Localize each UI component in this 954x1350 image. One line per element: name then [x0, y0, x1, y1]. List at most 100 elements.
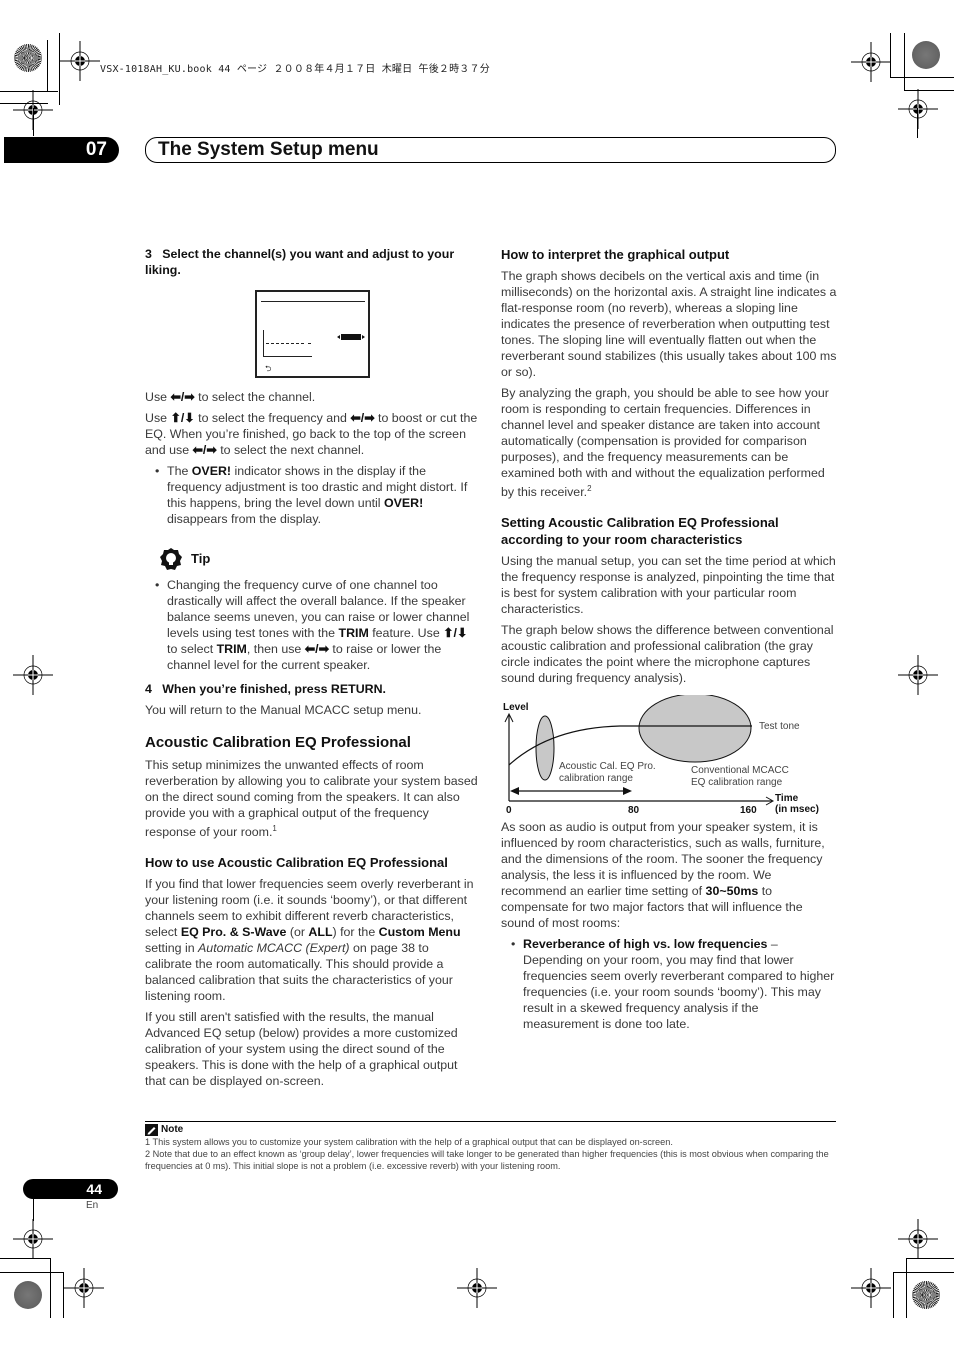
conventional-calibration-ellipse [638, 695, 752, 763]
recommended-time: 30~50ms [705, 884, 759, 898]
text: to select [167, 642, 217, 656]
eq-dashed-line [266, 343, 304, 344]
crosshair-target-icon [13, 1219, 53, 1259]
text: to select the next channel. [216, 443, 365, 457]
tip-bullet: Changing the frequency curve of one chan… [145, 577, 478, 673]
selector-right-arrow-icon [362, 335, 365, 339]
step-number: 3 [145, 247, 152, 261]
menu-option: EQ Pro. & S-Wave [180, 925, 287, 940]
text: (or [286, 925, 309, 940]
footnote-ref[interactable]: 2 [587, 484, 591, 493]
crosshair-target-icon [60, 41, 100, 81]
over-indicator-bullet: The OVER! indicator shows in the display… [145, 463, 478, 527]
setting-title: Setting Acoustic Calibration EQ Professi… [501, 515, 779, 548]
reverberance-bullet: Reverberance of high vs. low frequencies… [501, 936, 837, 1032]
trim-label: TRIM [338, 626, 369, 640]
tip-label: Tip [191, 551, 211, 566]
conv-range-label: Conventional MCACC [691, 765, 789, 776]
screen-title-rule [261, 301, 365, 302]
right-column-lower: As soon as audio is output from your spe… [501, 819, 837, 1037]
right-column: How to interpret the graphical output Th… [501, 246, 837, 691]
y-axis-label: Level [503, 702, 529, 713]
gray-rosette-icon [14, 1281, 42, 1309]
eq-axis-horizontal [263, 356, 312, 357]
crop-line [906, 1258, 907, 1318]
page-language: En [86, 1200, 99, 1211]
crop-line [904, 33, 905, 91]
x-tick-label: 0 [506, 805, 512, 816]
howto-paragraph-2: If you still aren't satisfied with the r… [145, 1010, 458, 1089]
chapter-title: The System Setup menu [158, 139, 379, 160]
notes-section: Note 1 This system allows you to customi… [145, 1124, 840, 1172]
text: The [167, 464, 192, 478]
x-tick-label: 160 [740, 805, 757, 816]
note-header: Note [145, 1124, 840, 1136]
left-column-body: Use ⬅/➡ to select the channel. Use ⬆/⬇ t… [145, 389, 478, 1094]
text: feature. Use [368, 626, 444, 640]
eq-axis-vertical [263, 330, 264, 357]
text: Depending on your room, you may find tha… [523, 953, 835, 1031]
channel-selector [341, 334, 361, 340]
color-rosette-icon [14, 44, 42, 72]
step-text: When you’re finished, press RETURN. [162, 682, 386, 696]
crosshair-target-icon [898, 1219, 938, 1259]
crosshair-target-icon [64, 1268, 104, 1308]
interpret-title: How to interpret the graphical output [501, 247, 730, 262]
crosshair-target-icon [898, 89, 938, 129]
up-down-arrow-icon: ⬆/⬇ [443, 626, 468, 640]
text: By analyzing the graph, you should be ab… [501, 386, 829, 500]
step-3: 3 Select the channel(s) you want and adj… [145, 246, 478, 278]
crosshair-target-icon [851, 42, 891, 82]
selector-left-arrow-icon [337, 335, 340, 339]
crop-line [33, 108, 34, 136]
crosshair-target-icon [851, 1268, 891, 1308]
tip-header: Tip [159, 547, 478, 571]
section-title: Acoustic Calibration EQ Professional [145, 734, 411, 751]
conv-range-label: EQ calibration range [691, 777, 783, 788]
crop-line [893, 1272, 954, 1273]
section-body: This setup minimizes the unwanted effect… [145, 757, 478, 840]
footnote-ref[interactable]: 1 [272, 824, 276, 833]
bullet-heading: Reverberance of high vs. low frequencies [523, 937, 768, 951]
gray-rosette-icon [912, 41, 940, 69]
setting-paragraph-2: The graph below shows the difference bet… [501, 623, 834, 686]
crosshair-target-icon [457, 1268, 497, 1308]
menu-name: Custom Menu [378, 925, 461, 940]
pro-range-label: calibration range [559, 773, 633, 784]
text: Use [145, 411, 171, 425]
crosshair-target-icon [898, 655, 938, 695]
crop-line [33, 1199, 34, 1221]
color-rosette-icon [912, 1281, 940, 1309]
step-4: 4 When you’re finished, press RETURN. [145, 681, 478, 697]
step-4-description: You will return to the Manual MCACC setu… [145, 703, 422, 717]
eq-dash-marker [308, 343, 311, 344]
text: This setup minimizes the unwanted effect… [145, 758, 478, 840]
crop-line [0, 91, 1, 92]
instruction-adjust-eq: Use ⬆/⬇ to select the frequency and ⬅/➡ … [145, 410, 478, 458]
text: , then use [246, 642, 305, 656]
trim-label: TRIM [216, 642, 247, 656]
chapter-number: 07 [4, 137, 119, 163]
crosshair-target-icon [13, 655, 53, 695]
text: ) for the [332, 925, 379, 940]
over-label: OVER! [383, 496, 424, 510]
return-icon: ⮌ [265, 364, 272, 373]
setting-paragraph-1: Using the manual setup, you can set the … [501, 554, 836, 617]
note-title: Note [161, 1124, 184, 1135]
range-arrow-right-icon [623, 787, 632, 795]
x-tick-label: 80 [628, 805, 640, 816]
footnote-2: 2 Note that due to an effect known as ‘g… [145, 1149, 829, 1171]
range-arrow-left-icon [510, 787, 519, 795]
x-axis-label: (in msec) [775, 804, 819, 815]
pro-calibration-ellipse [535, 715, 555, 781]
left-right-arrow-icon: ⬅/➡ [304, 642, 329, 656]
up-down-arrow-icon: ⬆/⬇ [170, 411, 195, 425]
print-header: VSX-1018AH_KU.book 44 ページ ２００８年４月１７日 木曜日… [100, 64, 490, 75]
text: to select the channel. [194, 390, 316, 404]
cross-reference: Automatic MCACC (Expert) [198, 941, 350, 956]
text: As soon as audio is output from your spe… [501, 820, 825, 898]
crop-line [50, 1258, 51, 1318]
crop-line [893, 1272, 894, 1318]
step-number: 4 [145, 682, 152, 696]
text: setting in [145, 941, 199, 956]
